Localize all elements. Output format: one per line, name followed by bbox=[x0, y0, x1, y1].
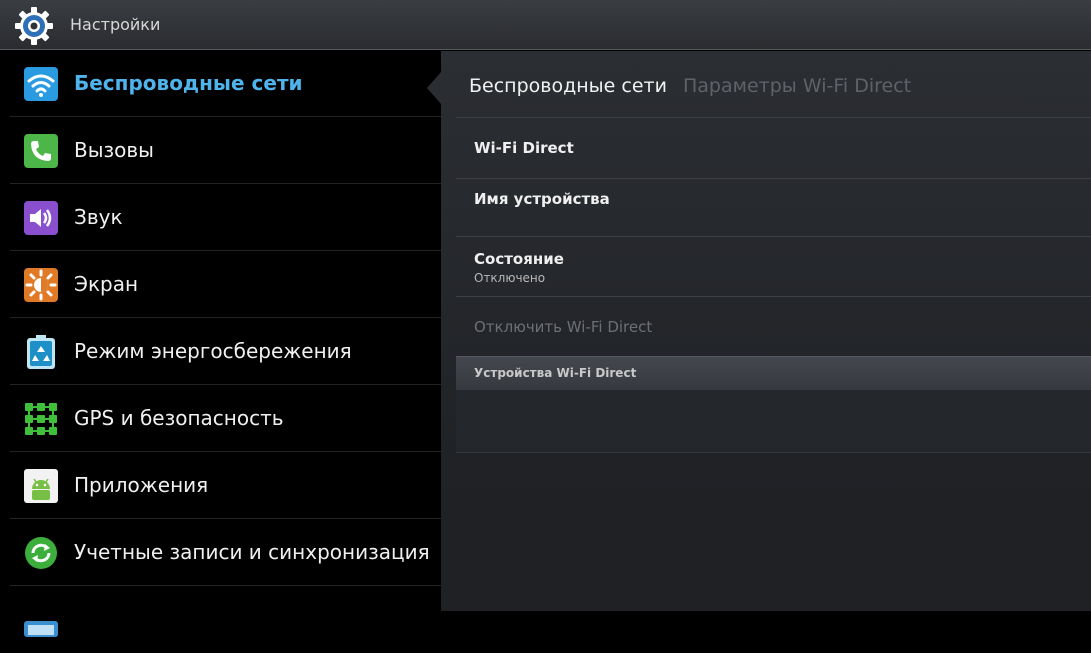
sidebar-item-label: Режим энергосбережения bbox=[74, 339, 352, 363]
breadcrumb-next: Параметры Wi-Fi Direct bbox=[683, 75, 912, 97]
app-title: Настройки bbox=[70, 15, 161, 34]
status-value: Отключено bbox=[474, 271, 546, 285]
privacy-icon bbox=[24, 621, 58, 637]
section-header-label: Устройства Wi-Fi Direct bbox=[474, 366, 637, 380]
details-panel: Беспроводные сети Параметры Wi-Fi Direct… bbox=[441, 51, 1091, 611]
sidebar-item-display[interactable]: Экран bbox=[10, 252, 441, 318]
row-title: Имя устройства bbox=[474, 190, 610, 208]
sidebar-item-label: Приложения bbox=[74, 473, 209, 497]
sidebar-item-label: Беспроводные сети bbox=[74, 71, 303, 95]
sidebar-item-label: Учетные записи и синхронизация bbox=[74, 540, 430, 564]
divider bbox=[456, 178, 1091, 179]
selection-pointer bbox=[427, 72, 441, 104]
row-title: Отключить Wi-Fi Direct bbox=[474, 318, 653, 336]
section-header-devices: Устройства Wi-Fi Direct bbox=[456, 356, 1091, 390]
divider bbox=[456, 296, 1091, 297]
sidebar-item-sound[interactable]: Звук bbox=[10, 185, 441, 251]
wifi-icon bbox=[24, 67, 58, 101]
sidebar-item-label: GPS и безопасность bbox=[74, 406, 284, 430]
brightness-icon bbox=[24, 268, 58, 302]
sidebar-item-calls[interactable]: Вызовы bbox=[10, 118, 441, 184]
title-bar: Настройки bbox=[0, 0, 1091, 50]
battery-recycle-icon bbox=[27, 335, 55, 369]
gps-grid-icon bbox=[25, 403, 57, 435]
divider bbox=[456, 117, 1091, 118]
android-icon bbox=[24, 469, 58, 503]
divider bbox=[456, 236, 1091, 237]
sidebar-item-partial[interactable] bbox=[10, 587, 441, 653]
sidebar-item-accounts-sync[interactable]: Учетные записи и синхронизация bbox=[10, 520, 441, 586]
sidebar-item-label: Экран bbox=[74, 272, 139, 296]
devices-list bbox=[456, 390, 1091, 453]
speaker-icon bbox=[24, 201, 58, 235]
row-title: Состояние bbox=[474, 250, 564, 268]
phone-icon bbox=[24, 134, 58, 168]
breadcrumb-current[interactable]: Беспроводные сети bbox=[469, 75, 667, 97]
sidebar-item-gps-security[interactable]: GPS и безопасность bbox=[10, 386, 441, 452]
row-title: Wi-Fi Direct bbox=[474, 139, 574, 157]
sidebar-item-power-saving[interactable]: Режим энергосбережения bbox=[10, 319, 441, 385]
sync-icon bbox=[25, 537, 57, 569]
sidebar-item-wireless[interactable]: Беспроводные сети bbox=[10, 51, 441, 117]
sidebar-item-applications[interactable]: Приложения bbox=[10, 453, 441, 519]
gear-icon[interactable] bbox=[14, 6, 54, 46]
settings-sidebar: Беспроводные сети Вызовы Звук Экран Режи… bbox=[0, 51, 441, 637]
sidebar-item-label: Вызовы bbox=[74, 138, 154, 162]
sidebar-item-label: Звук bbox=[74, 205, 123, 229]
